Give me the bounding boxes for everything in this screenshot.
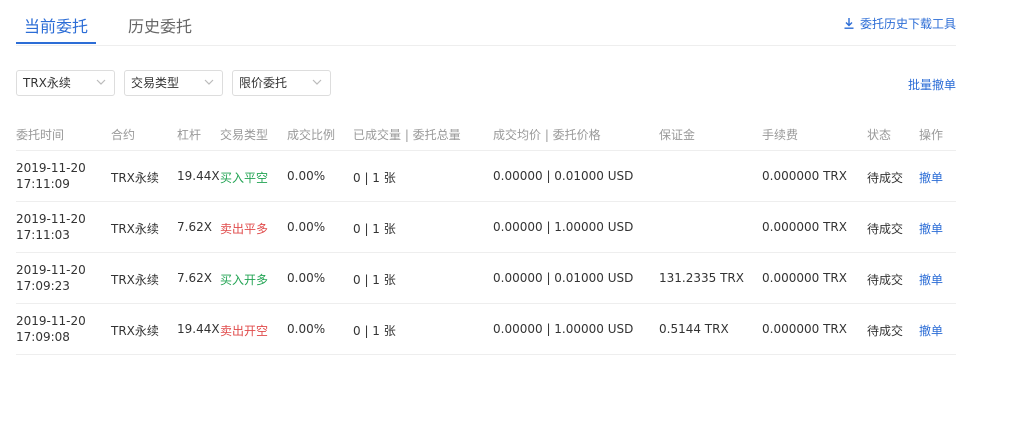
order-date: 2019-11-20 bbox=[16, 263, 86, 277]
header-price: 成交均价 | 委托价格 bbox=[493, 128, 601, 142]
table-row: 2019-11-20 17:09:23 TRX永续 7.62X 买入开多 0.00… bbox=[16, 253, 956, 304]
header-leverage: 杠杆 bbox=[177, 128, 202, 142]
margin-cell: 0.5144 TRX bbox=[659, 322, 729, 336]
order-time: 2019-11-20 17:09:08 bbox=[16, 313, 86, 345]
chevron-down-icon bbox=[204, 79, 214, 85]
header-margin: 保证金 bbox=[659, 128, 696, 142]
status-cell: 待成交 bbox=[867, 171, 904, 185]
header-order-time: 委托时间 bbox=[16, 128, 65, 142]
leverage-cell: 19.44X bbox=[177, 169, 220, 183]
order-clock: 17:11:03 bbox=[16, 228, 70, 242]
download-tool-link[interactable]: 委托历史下载工具 bbox=[844, 15, 956, 32]
order-time: 2019-11-20 17:11:03 bbox=[16, 211, 86, 243]
batch-cancel-button[interactable]: 批量撤单 bbox=[908, 76, 956, 93]
volume-cell: 0 | 1 张 bbox=[353, 273, 396, 287]
header-trade-type: 交易类型 bbox=[220, 128, 269, 142]
margin-cell: 131.2335 TRX bbox=[659, 271, 744, 285]
volume-cell: 0 | 1 张 bbox=[353, 222, 396, 236]
order-type-select[interactable]: 限价委托 bbox=[232, 70, 331, 96]
leverage-cell: 7.62X bbox=[177, 271, 212, 285]
fill-ratio-cell: 0.00% bbox=[287, 322, 326, 336]
contract-cell: TRX永续 bbox=[111, 273, 159, 287]
header-fill-ratio: 成交比例 bbox=[287, 128, 336, 142]
contract-select[interactable]: TRX永续 bbox=[16, 70, 115, 96]
contract-cell: TRX永续 bbox=[111, 171, 159, 185]
fee-cell: 0.000000 TRX bbox=[762, 271, 847, 285]
trade-type-cell: 买入开多 bbox=[220, 273, 269, 287]
trade-type-cell: 卖出开空 bbox=[220, 324, 269, 338]
leverage-cell: 19.44X bbox=[177, 322, 220, 336]
order-time: 2019-11-20 17:09:23 bbox=[16, 262, 86, 294]
status-cell: 待成交 bbox=[867, 324, 904, 338]
order-clock: 17:11:09 bbox=[16, 177, 70, 191]
chevron-down-icon bbox=[96, 79, 106, 85]
contract-select-value: TRX永续 bbox=[23, 76, 71, 90]
leverage-cell: 7.62X bbox=[177, 220, 212, 234]
cancel-order-button[interactable]: 撤单 bbox=[919, 169, 943, 186]
fill-ratio-cell: 0.00% bbox=[287, 220, 326, 234]
trade-type-cell: 卖出平多 bbox=[220, 222, 269, 236]
header-status: 状态 bbox=[867, 128, 892, 142]
table-row: 2019-11-20 17:09:08 TRX永续 19.44X 卖出开空 0.0… bbox=[16, 304, 956, 355]
cancel-order-button[interactable]: 撤单 bbox=[919, 322, 943, 339]
trade-type-select-value: 交易类型 bbox=[131, 76, 180, 90]
contract-cell: TRX永续 bbox=[111, 222, 159, 236]
trade-type-cell: 买入平空 bbox=[220, 171, 269, 185]
fee-cell: 0.000000 TRX bbox=[762, 169, 847, 183]
tab-order-history[interactable]: 历史委托 bbox=[128, 13, 192, 37]
filter-bar: TRX永续 交易类型 限价委托 批量撤单 bbox=[16, 70, 956, 98]
price-cell: 0.00000 | 1.00000 USD bbox=[493, 322, 634, 336]
table-row: 2019-11-20 17:11:03 TRX永续 7.62X 卖出平多 0.00… bbox=[16, 202, 956, 253]
order-type-select-value: 限价委托 bbox=[239, 76, 288, 90]
order-time: 2019-11-20 17:11:09 bbox=[16, 160, 86, 192]
cancel-order-button[interactable]: 撤单 bbox=[919, 271, 943, 288]
contract-cell: TRX永续 bbox=[111, 324, 159, 338]
download-tool-label: 委托历史下载工具 bbox=[859, 17, 956, 31]
header-fee: 手续费 bbox=[762, 128, 799, 142]
fee-cell: 0.000000 TRX bbox=[762, 220, 847, 234]
trade-type-select[interactable]: 交易类型 bbox=[124, 70, 223, 96]
chevron-down-icon bbox=[312, 79, 322, 85]
cancel-order-button[interactable]: 撤单 bbox=[919, 220, 943, 237]
fill-ratio-cell: 0.00% bbox=[287, 169, 326, 183]
order-tabs: 当前委托 历史委托 委托历史下载工具 bbox=[16, 0, 956, 46]
table-header: 委托时间 合约 杠杆 交易类型 成交比例 已成交量 | 委托总量 成交均价 | … bbox=[16, 118, 956, 151]
price-cell: 0.00000 | 0.01000 USD bbox=[493, 271, 634, 285]
status-cell: 待成交 bbox=[867, 273, 904, 287]
active-tab-indicator bbox=[16, 42, 96, 44]
fee-cell: 0.000000 TRX bbox=[762, 322, 847, 336]
price-cell: 0.00000 | 0.01000 USD bbox=[493, 169, 634, 183]
order-date: 2019-11-20 bbox=[16, 161, 86, 175]
header-contract: 合约 bbox=[111, 128, 136, 142]
orders-table: 委托时间 合约 杠杆 交易类型 成交比例 已成交量 | 委托总量 成交均价 | … bbox=[16, 118, 956, 355]
order-date: 2019-11-20 bbox=[16, 314, 86, 328]
status-cell: 待成交 bbox=[867, 222, 904, 236]
price-cell: 0.00000 | 1.00000 USD bbox=[493, 220, 634, 234]
order-date: 2019-11-20 bbox=[16, 212, 86, 226]
header-action: 操作 bbox=[919, 128, 944, 142]
volume-cell: 0 | 1 张 bbox=[353, 324, 396, 338]
order-clock: 17:09:08 bbox=[16, 330, 70, 344]
fill-ratio-cell: 0.00% bbox=[287, 271, 326, 285]
tab-current-orders[interactable]: 当前委托 bbox=[24, 13, 88, 37]
header-volume: 已成交量 | 委托总量 bbox=[353, 128, 461, 142]
order-clock: 17:09:23 bbox=[16, 279, 70, 293]
volume-cell: 0 | 1 张 bbox=[353, 171, 396, 185]
table-row: 2019-11-20 17:11:09 TRX永续 19.44X 买入平空 0.0… bbox=[16, 151, 956, 202]
download-icon bbox=[844, 18, 854, 29]
